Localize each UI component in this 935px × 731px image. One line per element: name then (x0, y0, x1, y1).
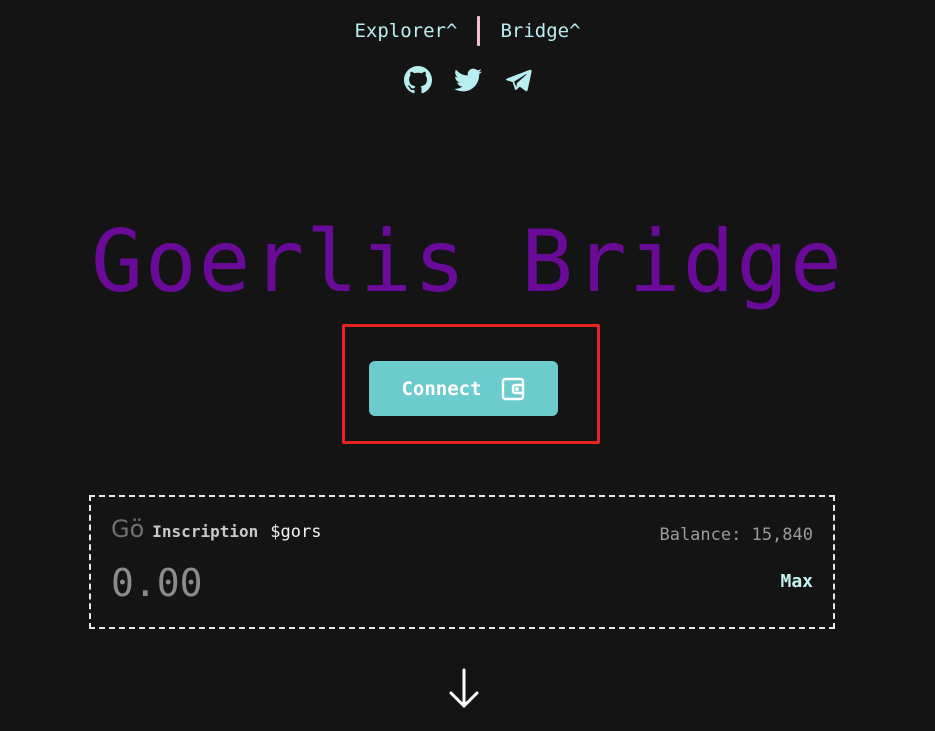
token-logo: Gö (111, 515, 145, 543)
social-links (0, 66, 935, 94)
connect-button[interactable]: Connect (369, 361, 558, 416)
amount-input[interactable] (111, 559, 511, 607)
top-nav: Explorer^ Bridge^ (0, 16, 935, 46)
token-symbol: $gors (270, 522, 322, 542)
token-input-panel: Gö Inscription $gors Balance: 15,840 Max (89, 495, 835, 629)
balance-text: Balance: 15,840 (659, 525, 813, 545)
connect-button-label: Connect (401, 377, 482, 400)
token-info: Gö Inscription $gors (111, 515, 321, 543)
bridge-link[interactable]: Bridge^ (500, 20, 580, 42)
arrow-down-icon[interactable] (446, 664, 482, 712)
nav-divider (477, 16, 481, 46)
wallet-icon (501, 377, 524, 400)
twitter-icon[interactable] (453, 66, 482, 94)
max-button[interactable]: Max (780, 571, 813, 592)
page: Explorer^ Bridge^ Goerlis Bridge Connect (0, 0, 935, 731)
telegram-icon[interactable] (504, 66, 532, 94)
token-name: Inscription (152, 522, 259, 541)
github-icon[interactable] (403, 66, 432, 94)
explorer-link[interactable]: Explorer^ (354, 20, 457, 42)
page-title: Goerlis Bridge (91, 212, 844, 312)
